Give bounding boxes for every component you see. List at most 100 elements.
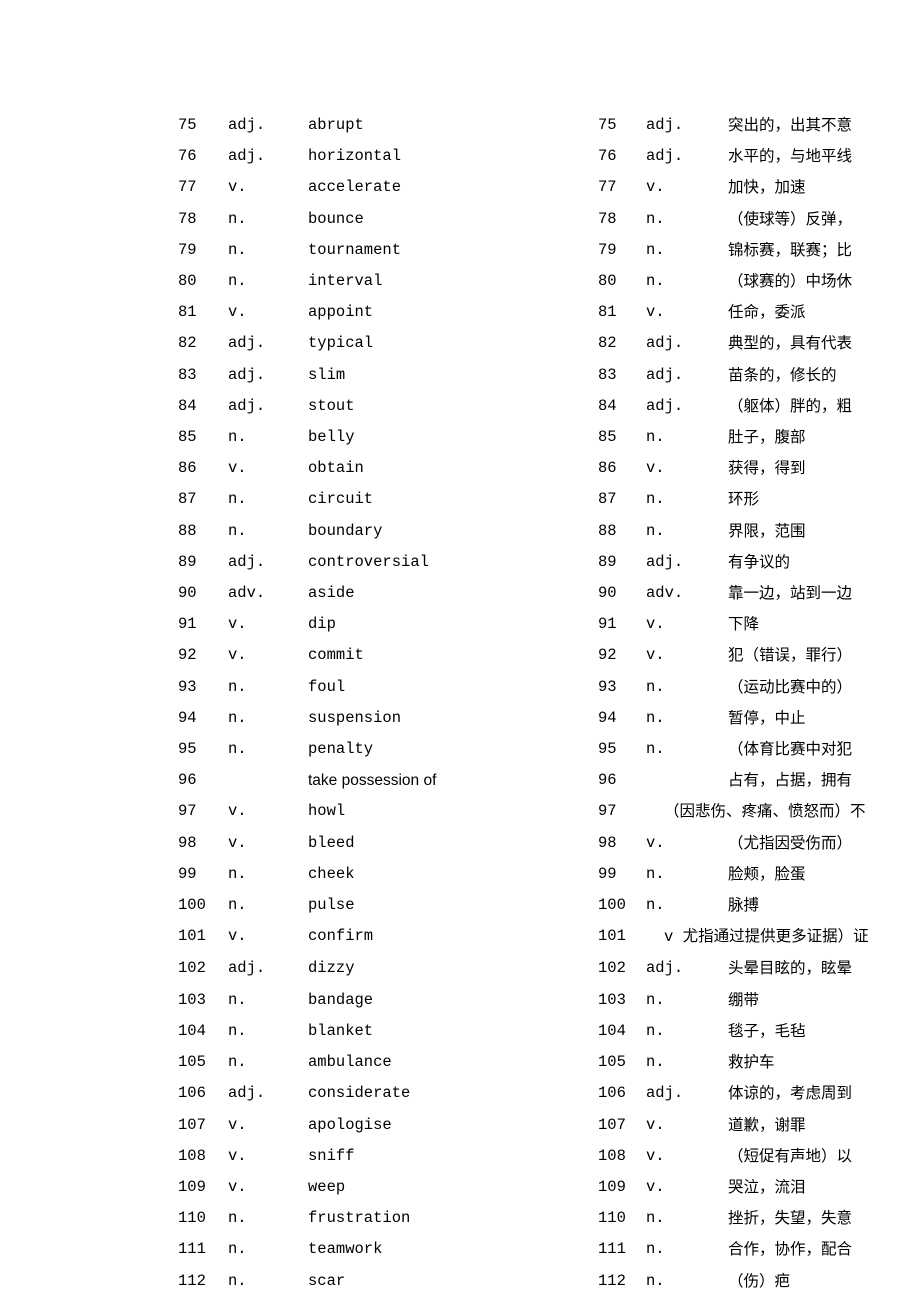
definition: （伤）疤 [728,1266,920,1297]
row-number-left: 106 [178,1078,228,1109]
definition: 锦标赛，联赛；比 [728,235,920,266]
definition: （体育比赛中对犯 [728,734,920,765]
definition: 头晕目眩的，眩晕 [728,953,920,984]
row-number-right: 76 [598,141,646,172]
english-word: foul [308,672,598,703]
pos-left: adj. [228,360,308,391]
pos-right: n. [646,422,728,453]
english-word: bandage [308,985,598,1016]
pos-left: n. [228,859,308,890]
pos-right: n. [646,1266,728,1297]
row-number-right: 100 [598,890,646,921]
definition: 水平的，与地平线 [728,141,920,172]
row-number-right: 75 [598,110,646,141]
definition: 苗条的，修长的 [728,360,920,391]
pos-left: v. [228,297,308,328]
english-word: abrupt [308,110,598,141]
row-number-right: 101 [598,921,646,953]
pos-left: n. [228,422,308,453]
definition: 环形 [728,484,920,515]
pos-right [646,765,728,796]
pos-right: v. [646,609,728,640]
vocab-row: 76adj.horizontal76adj.水平的，与地平线 [178,141,920,172]
row-number-left: 86 [178,453,228,484]
row-number-right: 78 [598,204,646,235]
english-word: stout [308,391,598,422]
vocab-row: 89adj.controversial89adj.有争议的 [178,547,920,578]
pos-left: n. [228,235,308,266]
english-word: ambulance [308,1047,598,1078]
definition: 哭泣，流泪 [728,1172,920,1203]
english-word: slim [308,360,598,391]
pos-right: n. [646,672,728,703]
definition: 肚子，腹部 [728,422,920,453]
english-word: belly [308,422,598,453]
row-number-right: 104 [598,1016,646,1047]
definition: （因悲伤、疼痛、愤怒而）不 [646,796,920,827]
pos-right: adj. [646,953,728,984]
row-number-left: 101 [178,921,228,953]
row-number-right: 80 [598,266,646,297]
english-word: confirm [308,921,598,953]
pos-left: adj. [228,391,308,422]
pos-left: n. [228,516,308,547]
pos-right: v. [646,1110,728,1141]
row-number-right: 82 [598,328,646,359]
pos-right: adj. [646,1078,728,1109]
pos-right: n. [646,734,728,765]
vocab-row: 78n.bounce78n.（使球等）反弹， [178,204,920,235]
pos-right: n. [646,1016,728,1047]
english-word: suspension [308,703,598,734]
row-number-right: 96 [598,765,646,796]
vocab-row: 87n.circuit87n.环形 [178,484,920,515]
row-number-left: 82 [178,328,228,359]
pos-prefix: v [664,928,683,946]
pos-left: v. [228,172,308,203]
row-number-left: 99 [178,859,228,890]
row-number-left: 84 [178,391,228,422]
english-word: dip [308,609,598,640]
vocab-row: 101v.confirm101v 尤指通过提供更多证据）证 [178,921,920,953]
row-number-right: 108 [598,1141,646,1172]
row-number-right: 98 [598,828,646,859]
row-number-left: 110 [178,1203,228,1234]
definition: 合作，协作，配合 [728,1234,920,1265]
definition: 脉搏 [728,890,920,921]
english-word: bounce [308,204,598,235]
vocab-row: 90adv.aside90adv.靠一边，站到一边 [178,578,920,609]
pos-right: adj. [646,141,728,172]
pos-right: n. [646,703,728,734]
pos-right: n. [646,985,728,1016]
definition: 靠一边，站到一边 [728,578,920,609]
pos-left: v. [228,796,308,827]
vocab-row: 97v.howl97（因悲伤、疼痛、愤怒而）不 [178,796,920,827]
row-number-right: 106 [598,1078,646,1109]
pos-left: adj. [228,1078,308,1109]
row-number-left: 83 [178,360,228,391]
english-word: typical [308,328,598,359]
row-number-right: 83 [598,360,646,391]
row-number-right: 92 [598,640,646,671]
pos-left: v. [228,1110,308,1141]
definition: （使球等）反弹， [728,204,920,235]
definition: 典型的，具有代表 [728,328,920,359]
definition: 任命，委派 [728,297,920,328]
pos-left: n. [228,1016,308,1047]
pos-right: v. [646,828,728,859]
pos-right: v. [646,172,728,203]
pos-left: n. [228,703,308,734]
definition: 脸颊，脸蛋 [728,859,920,890]
row-number-left: 91 [178,609,228,640]
vocab-row: 109v.weep109v.哭泣，流泪 [178,1172,920,1203]
vocab-row: 110n.frustration110n.挫折，失望，失意 [178,1203,920,1234]
definition: 挫折，失望，失意 [728,1203,920,1234]
vocab-row: 99n.cheek99n.脸颊，脸蛋 [178,859,920,890]
pos-right: v. [646,453,728,484]
pos-right: n. [646,1047,728,1078]
vocab-row: 103n.bandage103n.绷带 [178,985,920,1016]
row-number-right: 102 [598,953,646,984]
row-number-left: 96 [178,765,228,796]
row-number-right: 110 [598,1203,646,1234]
vocab-row: 108v.sniff108v.（短促有声地）以 [178,1141,920,1172]
english-word: boundary [308,516,598,547]
